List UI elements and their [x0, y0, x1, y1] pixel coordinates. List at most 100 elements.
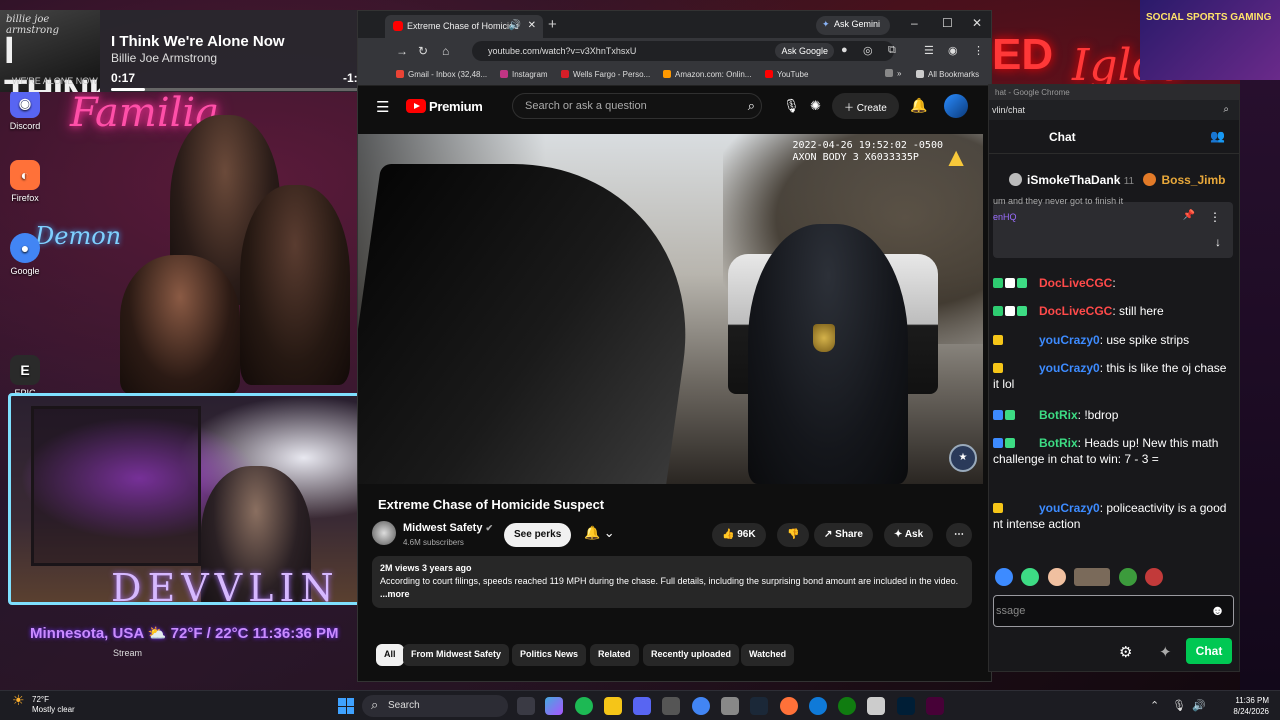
emote-icon[interactable] [1145, 568, 1164, 586]
microphone-tray-icon[interactable]: 🎙 [1172, 699, 1186, 712]
video-description[interactable]: 2M views 3 years ago According to court … [372, 556, 972, 608]
tab-youtube-video[interactable]: Extreme Chase of Homicide 🔊 ✕ [385, 15, 543, 38]
reading-list-icon[interactable]: ☰ [924, 44, 934, 57]
more-bookmarks-icon[interactable]: » [885, 69, 901, 78]
chrome-taskbar-icon[interactable] [692, 697, 710, 715]
file-explorer-icon[interactable] [604, 697, 622, 715]
url-field[interactable]: youtube.com/watch?v=v3XhnTxhsxU Ask Goog… [472, 41, 894, 61]
desktop-icon-chrome[interactable]: ● Google [6, 233, 44, 276]
extension-icon[interactable]: ◎ [863, 44, 873, 57]
chat-url-bar[interactable]: vlin/chat ⌕ [989, 100, 1239, 120]
video-player[interactable]: 2022-04-26 19:52:02 -0500 AXON BODY 3 X6… [358, 134, 983, 484]
speaker-icon[interactable]: 🔊 [509, 20, 521, 31]
dislike-button[interactable]: 👎 [777, 523, 810, 547]
notifications-bell-icon[interactable]: 🔔 [910, 97, 927, 114]
chip-all[interactable]: All [376, 644, 404, 666]
bookmark-wells-fargo[interactable]: Wells Fargo - Perso... [561, 70, 650, 79]
indesign-icon[interactable] [926, 697, 944, 715]
microphone-icon[interactable]: 🎙 [783, 98, 800, 114]
channel-name[interactable]: Midwest Safety ✔ [403, 522, 493, 534]
subscription-bell-icon[interactable]: 🔔 ⌄ [584, 525, 615, 541]
collapse-pinned-icon[interactable]: ↓ [1215, 235, 1221, 249]
chat-username[interactable]: youCrazy0 [1039, 361, 1100, 375]
chat-username[interactable]: DocLiveCGC [1039, 304, 1112, 318]
desktop-icon-epic[interactable]: E EPIC [6, 355, 44, 398]
chip-from-channel[interactable]: From Midwest Safety [403, 644, 510, 666]
extensions-puzzle-icon[interactable]: ⧉ [888, 44, 896, 57]
firefox-taskbar-icon[interactable] [780, 697, 798, 715]
ask-button[interactable]: ✦ Ask [884, 523, 934, 547]
emote-icon[interactable] [995, 568, 1013, 586]
app-taskbar-icon[interactable] [867, 697, 885, 715]
like-button[interactable]: 👍 96K [712, 523, 766, 547]
chip-watched[interactable]: Watched [741, 644, 795, 666]
ask-gemini-button[interactable]: Ask Gemini [816, 16, 891, 35]
chat-username[interactable]: BotRix [1039, 408, 1078, 422]
account-avatar[interactable] [944, 94, 968, 118]
task-view-icon[interactable] [517, 697, 535, 715]
reload-icon[interactable]: ↻ [418, 44, 428, 58]
discord-taskbar-icon[interactable] [633, 697, 651, 715]
app-taskbar-icon[interactable] [721, 697, 739, 715]
bookmark-youtube[interactable]: YouTube [765, 70, 808, 79]
share-button[interactable]: ↗ Share [814, 523, 873, 547]
chat-message-input[interactable]: ssage ☻ [993, 595, 1234, 627]
copilot-icon[interactable] [545, 697, 563, 715]
zoom-icon[interactable]: ⌕ [1223, 104, 1229, 115]
profile-icon[interactable]: ◉ [948, 44, 958, 57]
emote-icon[interactable] [1118, 568, 1137, 586]
chat-username[interactable]: DocLiveCGC [1039, 276, 1112, 290]
youtube-search-input[interactable]: Search or ask a question ⌕ [512, 93, 762, 119]
emoji-picker-icon[interactable]: ☻ [1210, 602, 1225, 618]
bookmark-gmail[interactable]: Gmail - Inbox (32,48... [396, 70, 487, 79]
ai-sparkle-icon[interactable]: ✺ [810, 98, 821, 114]
create-button[interactable]: ＋ Create [832, 93, 899, 119]
maximize-icon[interactable]: ☐ [942, 16, 953, 30]
desktop-icon-firefox[interactable]: ◐ Firefox [6, 160, 44, 203]
search-icon[interactable]: ⌕ [748, 98, 755, 114]
minimize-icon[interactable]: – [911, 16, 918, 30]
chat-users-icon[interactable]: 👥 [1210, 129, 1225, 143]
send-chat-button[interactable]: Chat [1186, 638, 1232, 664]
bookmark-instagram[interactable]: Instagram [500, 70, 548, 79]
chat-username[interactable]: BotRix [1039, 436, 1078, 450]
top-gifter[interactable]: Boss_Jimb [1143, 173, 1225, 187]
taskbar-clock[interactable]: 11:36 PM 8/24/2026 [1217, 695, 1269, 717]
channel-points-icon[interactable]: ✦ [1159, 643, 1172, 661]
chip-recently-uploaded[interactable]: Recently uploaded [643, 644, 740, 666]
chat-username[interactable]: youCrazy0 [1039, 333, 1100, 347]
forward-icon[interactable]: → [396, 44, 408, 58]
close-window-icon[interactable]: ✕ [972, 16, 982, 30]
youtube-premium-logo[interactable]: Premium [406, 99, 483, 114]
close-tab-icon[interactable]: ✕ [528, 20, 536, 31]
emote-icon[interactable] [1074, 568, 1111, 586]
more-options-icon[interactable]: ⋮ [1209, 210, 1221, 224]
spotify-icon[interactable] [575, 697, 593, 715]
chat-username[interactable]: youCrazy0 [1039, 501, 1100, 515]
xbox-icon[interactable] [838, 697, 856, 715]
chat-settings-gear-icon[interactable]: ⚙ [1119, 643, 1132, 661]
description-more-link[interactable]: ...more [380, 589, 410, 599]
bookmark-amazon[interactable]: Amazon.com: Onlin... [663, 70, 751, 79]
channel-watermark-icon[interactable]: ★ [949, 444, 977, 472]
all-bookmarks-button[interactable]: All Bookmarks [916, 70, 979, 79]
desktop-icon-discord[interactable]: ◉ Discord [6, 88, 44, 131]
new-tab-button[interactable]: + [548, 16, 557, 33]
pin-icon[interactable]: 📌 [1183, 210, 1195, 221]
hamburger-menu-icon[interactable]: ☰ [376, 98, 389, 116]
show-hidden-icons-chevron[interactable]: ⌃ [1150, 699, 1159, 712]
see-perks-button[interactable]: See perks [504, 523, 572, 547]
taskbar-search-box[interactable]: Search [362, 695, 508, 717]
obs-icon[interactable] [662, 697, 680, 715]
chip-related[interactable]: Related [590, 644, 639, 666]
top-gifter[interactable]: iSmokeThaDank 11 [1009, 173, 1134, 187]
chip-politics-news[interactable]: Politics News [512, 644, 587, 666]
more-actions-icon[interactable]: ⋯ [946, 523, 972, 547]
steam-icon[interactable] [750, 697, 768, 715]
more-menu-icon[interactable]: ⋮ [973, 44, 984, 57]
extension-icon[interactable]: ● [841, 44, 848, 56]
taskbar-weather-widget[interactable]: 72°F Mostly clear [12, 695, 75, 715]
home-icon[interactable]: ⌂ [442, 44, 449, 58]
channel-avatar[interactable] [372, 521, 396, 545]
edge-icon[interactable] [809, 697, 827, 715]
